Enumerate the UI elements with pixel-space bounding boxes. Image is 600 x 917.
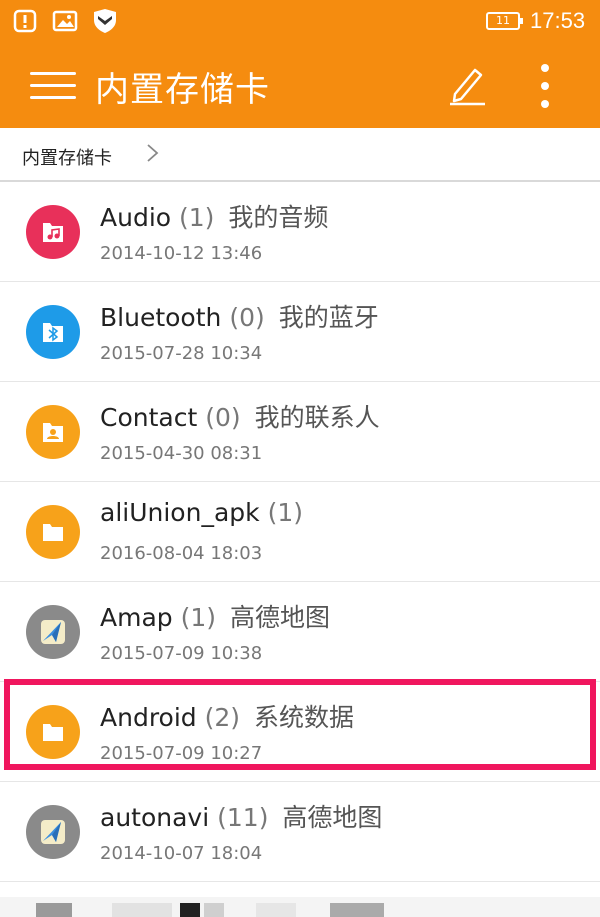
folder-count: (1) [179, 203, 215, 232]
folder-name-text: autonavi [100, 803, 210, 832]
list-item[interactable]: Amap (1) 高德地图 2015-07-09 10:38 [0, 582, 600, 682]
folder-count: (0) [205, 403, 241, 432]
app-bar: 内置存储卡 [0, 44, 600, 128]
folder-count: (1) [180, 603, 217, 632]
folder-name-text: aliUnion_apk [100, 498, 260, 527]
bluetooth-folder-icon [26, 305, 80, 359]
breadcrumb-item-root[interactable]: 内置存储卡 [22, 144, 112, 170]
folder-date: 2014-10-12 13:46 [100, 243, 263, 264]
more-vert-icon[interactable] [530, 62, 560, 110]
status-time: 17:53 [530, 8, 586, 33]
list-item[interactable]: Bluetooth (0) 我的蓝牙 2015-07-28 10:34 [0, 282, 600, 382]
list-item[interactable]: Audio (1) 我的音频 2014-10-12 13:46 [0, 182, 600, 282]
folder-name: Android (2) 系统数据 [100, 698, 354, 734]
folder-name-text: Amap [100, 603, 173, 632]
folder-count: (11) [217, 803, 269, 832]
battery-indicator: 11 [486, 12, 523, 30]
page-title: 内置存储卡 [95, 70, 270, 110]
folder-icon [26, 705, 80, 759]
folder-description: 我的音频 [228, 203, 329, 232]
list-item[interactable]: Android (2) 系统数据 2015-07-09 10:27 [0, 682, 600, 782]
folder-date: 2014-10-07 18:04 [100, 843, 263, 864]
shield-icon [94, 9, 116, 33]
folder-date: 2015-07-28 10:34 [100, 343, 263, 364]
folder-name: aliUnion_apk (1) [100, 498, 309, 527]
list-item[interactable]: autonavi (11) 高德地图 2014-10-07 18:04 [0, 782, 600, 882]
list-item[interactable]: Contact (0) 我的联系人 2015-04-30 08:31 [0, 382, 600, 482]
bottom-toolbar-partial [0, 897, 600, 917]
folder-name: Contact (0) 我的联系人 [100, 398, 380, 434]
breadcrumb: 内置存储卡 [0, 128, 600, 182]
folder-name-text: Audio [100, 203, 172, 232]
menu-icon[interactable] [30, 68, 76, 104]
folder-description: 我的蓝牙 [278, 303, 379, 332]
folder-description: 高德地图 [282, 803, 383, 832]
folder-description: 系统数据 [253, 703, 354, 732]
amap-app-icon [26, 805, 80, 859]
folder-date: 2015-07-09 10:38 [100, 643, 263, 664]
folder-count: (0) [229, 303, 265, 332]
alert-icon [13, 9, 37, 33]
folder-name: Audio (1) 我的音频 [100, 198, 328, 234]
music-folder-icon [26, 205, 80, 259]
folder-name: Amap (1) 高德地图 [100, 598, 330, 634]
folder-name-text: Contact [100, 403, 198, 432]
folder-list: Audio (1) 我的音频 2014-10-12 13:46 Bluetoot… [0, 182, 600, 882]
image-icon [52, 10, 78, 32]
folder-name: Bluetooth (0) 我的蓝牙 [100, 298, 379, 334]
folder-name-text: Bluetooth [100, 303, 222, 332]
status-icons [12, 8, 118, 34]
list-item[interactable]: aliUnion_apk (1) 2016-08-04 18:03 [0, 482, 600, 582]
folder-date: 2015-07-09 10:27 [100, 743, 263, 764]
folder-name-text: Android [100, 703, 197, 732]
folder-count: (1) [267, 498, 303, 527]
folder-description: 我的联系人 [254, 403, 380, 432]
status-bar: 11 17:53 [0, 0, 600, 44]
folder-name: autonavi (11) 高德地图 [100, 798, 382, 834]
amap-app-icon [26, 605, 80, 659]
edit-icon[interactable] [447, 64, 487, 106]
folder-date: 2015-04-30 08:31 [100, 443, 263, 464]
folder-date: 2016-08-04 18:03 [100, 543, 263, 564]
folder-count: (2) [204, 703, 241, 732]
chevron-right-icon [147, 144, 159, 162]
contact-folder-icon [26, 405, 80, 459]
folder-description: 高德地图 [229, 603, 330, 632]
folder-icon [26, 505, 80, 559]
